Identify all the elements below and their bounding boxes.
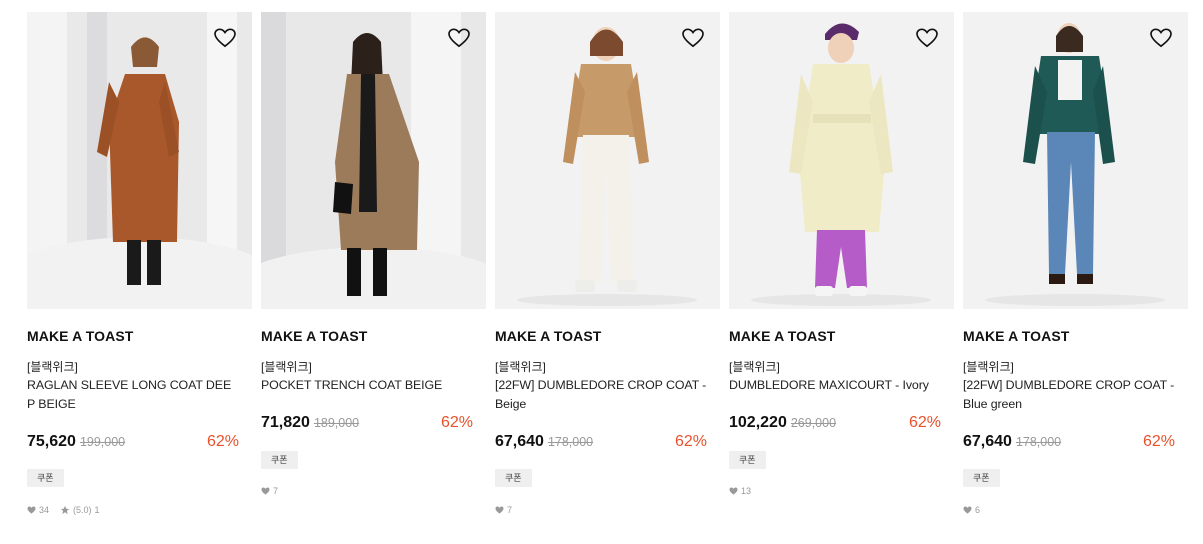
like-count-icon — [963, 506, 972, 514]
coupon-badge[interactable]: 쿠폰 — [495, 469, 532, 487]
wishlist-heart-icon[interactable] — [448, 28, 470, 48]
product-stats: 13 — [729, 486, 751, 496]
wishlist-heart-icon[interactable] — [916, 28, 938, 48]
price-row: 71,820 189,000 62% — [261, 414, 473, 436]
promo-tag: [블랙위크] — [963, 360, 1014, 374]
sale-price: 71,820 — [261, 414, 310, 431]
brand-name[interactable]: MAKE A TOAST — [27, 328, 133, 344]
product-image[interactable] — [495, 12, 720, 309]
brand-name[interactable]: MAKE A TOAST — [495, 328, 601, 344]
original-price: 178,000 — [547, 435, 594, 449]
product-name[interactable]: RAGLAN SLEEVE LONG COAT DEEP BEIGE — [27, 376, 239, 413]
like-count: 34 — [39, 505, 50, 515]
product-name[interactable]: POCKET TRENCH COAT BEIGE — [261, 376, 473, 395]
review-count: 1 — [94, 505, 100, 515]
promo-tag: [블랙위크] — [27, 360, 78, 374]
coupon-badge[interactable]: 쿠폰 — [27, 469, 64, 487]
promo-tag: [블랙위크] — [495, 360, 546, 374]
product-card[interactable]: MAKE A TOAST [블랙위크] POCKET TRENCH COAT B… — [261, 12, 486, 496]
coupon-badge[interactable]: 쿠폰 — [261, 451, 298, 469]
price-row: 102,220 269,000 62% — [729, 414, 941, 436]
original-price: 189,000 — [313, 416, 360, 430]
like-count-icon — [729, 487, 738, 495]
like-count-icon — [261, 487, 270, 495]
product-image[interactable] — [261, 12, 486, 309]
product-card[interactable]: MAKE A TOAST [블랙위크] DUMBLEDORE MAXICOURT… — [729, 12, 954, 496]
product-image[interactable] — [963, 12, 1188, 309]
product-card[interactable]: MAKE A TOAST [블랙위크] [22FW] DUMBLEDORE CR… — [963, 12, 1188, 515]
product-name[interactable]: DUMBLEDORE MAXICOURT - Ivory — [729, 376, 941, 395]
like-count-icon — [495, 506, 504, 514]
rating-score: (5.0) — [73, 505, 92, 515]
discount-rate: 62% — [674, 433, 707, 450]
discount-rate: 62% — [206, 433, 239, 450]
discount-rate: 62% — [440, 414, 473, 431]
star-icon — [60, 505, 70, 514]
original-price: 178,000 — [1015, 435, 1062, 449]
promo-tag: [블랙위크] — [261, 360, 312, 374]
product-name[interactable]: [22FW] DUMBLEDORE CROP COAT - Beige — [495, 376, 707, 413]
promo-tag: [블랙위크] — [729, 360, 780, 374]
product-photo-illustration — [963, 12, 1188, 309]
product-stats: 7 — [261, 486, 278, 496]
coupon-badge[interactable]: 쿠폰 — [729, 451, 766, 469]
product-name[interactable]: [22FW] DUMBLEDORE CROP COAT - Blue green — [963, 376, 1175, 413]
product-stats: 34 (5.0) 1 — [27, 505, 100, 515]
product-card[interactable]: MAKE A TOAST [블랙위크] RAGLAN SLEEVE LONG C… — [27, 12, 252, 515]
product-photo-illustration — [27, 12, 252, 309]
product-stats: 7 — [495, 505, 512, 515]
brand-name[interactable]: MAKE A TOAST — [963, 328, 1069, 344]
like-count: 7 — [273, 486, 279, 496]
sale-price: 67,640 — [495, 433, 544, 450]
like-count: 13 — [741, 486, 752, 496]
product-photo-illustration — [495, 12, 720, 309]
like-count-icon — [27, 506, 36, 514]
coupon-badge[interactable]: 쿠폰 — [963, 469, 1000, 487]
product-photo-illustration — [261, 12, 486, 309]
price-row: 75,620 199,000 62% — [27, 433, 239, 455]
product-image[interactable] — [27, 12, 252, 309]
price-row: 67,640 178,000 62% — [495, 433, 707, 455]
brand-name[interactable]: MAKE A TOAST — [261, 328, 367, 344]
discount-rate: 62% — [908, 414, 941, 431]
product-stats: 6 — [963, 505, 980, 515]
product-card[interactable]: MAKE A TOAST [블랙위크] [22FW] DUMBLEDORE CR… — [495, 12, 720, 515]
brand-name[interactable]: MAKE A TOAST — [729, 328, 835, 344]
original-price: 269,000 — [790, 416, 837, 430]
sale-price: 102,220 — [729, 414, 787, 431]
original-price: 199,000 — [79, 435, 126, 449]
wishlist-heart-icon[interactable] — [682, 28, 704, 48]
wishlist-heart-icon[interactable] — [1150, 28, 1172, 48]
like-count: 6 — [975, 505, 981, 515]
discount-rate: 62% — [1142, 433, 1175, 450]
wishlist-heart-icon[interactable] — [214, 28, 236, 48]
product-photo-illustration — [729, 12, 954, 309]
sale-price: 67,640 — [963, 433, 1012, 450]
product-grid: MAKE A TOAST [블랙위크] RAGLAN SLEEVE LONG C… — [0, 0, 1203, 544]
sale-price: 75,620 — [27, 433, 76, 450]
price-row: 67,640 178,000 62% — [963, 433, 1175, 455]
like-count: 7 — [507, 505, 513, 515]
product-image[interactable] — [729, 12, 954, 309]
